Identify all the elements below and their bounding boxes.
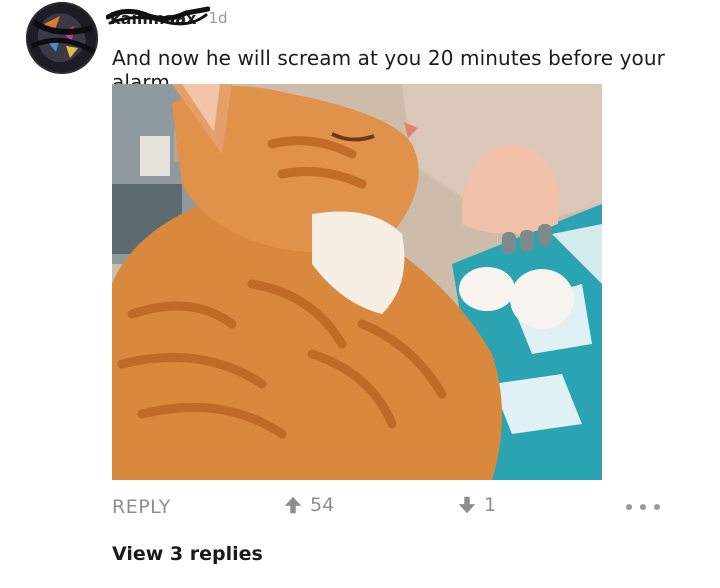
arrow-down-icon <box>458 496 476 514</box>
comment-image[interactable] <box>112 84 602 480</box>
comment-age: 1d <box>208 9 228 27</box>
comment: kaiiimaax 1d And now he will scream at y… <box>0 0 720 588</box>
upvote-button[interactable]: 54 <box>282 494 334 516</box>
dot <box>626 504 632 510</box>
upvote-count: 54 <box>310 494 335 516</box>
downvote-button[interactable]: 1 <box>456 494 496 516</box>
avatar[interactable] <box>26 2 98 74</box>
comment-actions: REPLY 54 1 <box>112 490 660 524</box>
dot <box>640 504 646 510</box>
scribble-redaction <box>106 6 210 25</box>
username[interactable]: kaiiimaax <box>106 6 210 28</box>
cat-photo-illustration <box>112 84 602 480</box>
downvote-count: 1 <box>484 494 497 516</box>
reply-button[interactable]: REPLY <box>112 496 171 518</box>
dot <box>654 504 660 510</box>
arrow-up-icon <box>284 496 302 514</box>
view-replies-link[interactable]: View 3 replies <box>112 543 263 565</box>
more-dots-icon[interactable] <box>626 498 660 516</box>
comment-header: kaiiimaax 1d <box>106 6 228 30</box>
